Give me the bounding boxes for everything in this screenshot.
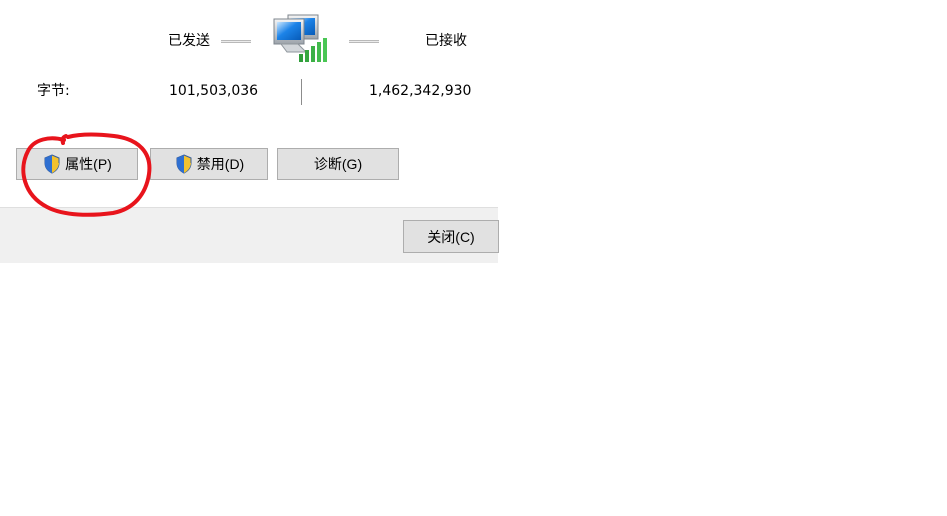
bytes-sent-value: 101,503,036 <box>169 83 259 99</box>
bytes-label: 字节: <box>37 83 70 99</box>
diagnose-button-label: 诊断(G) <box>313 156 363 172</box>
sent-activity-line <box>221 40 251 43</box>
diagnose-button[interactable]: 诊断(G) <box>277 148 399 180</box>
close-button[interactable]: 关闭(C) <box>403 220 499 253</box>
sent-label: 已发送 <box>168 33 210 49</box>
network-status-dialog: 活动 已发送 <box>0 0 499 263</box>
disable-button-label: 禁用(D) <box>196 156 245 172</box>
network-computers-icon <box>273 14 327 62</box>
properties-button-label: 属性(P) <box>65 156 112 172</box>
bytes-divider <box>301 79 302 105</box>
uac-shield-icon <box>176 154 192 174</box>
disable-button[interactable]: 禁用(D) <box>150 148 268 180</box>
page: 活动 已发送 <box>0 0 947 516</box>
uac-shield-icon <box>44 154 60 174</box>
close-button-label: 关闭(C) <box>427 228 475 245</box>
received-label: 已接收 <box>425 33 467 49</box>
received-activity-line <box>349 40 379 43</box>
bytes-received-value: 1,462,342,930 <box>369 83 472 99</box>
properties-button[interactable]: 属性(P) <box>16 148 138 180</box>
